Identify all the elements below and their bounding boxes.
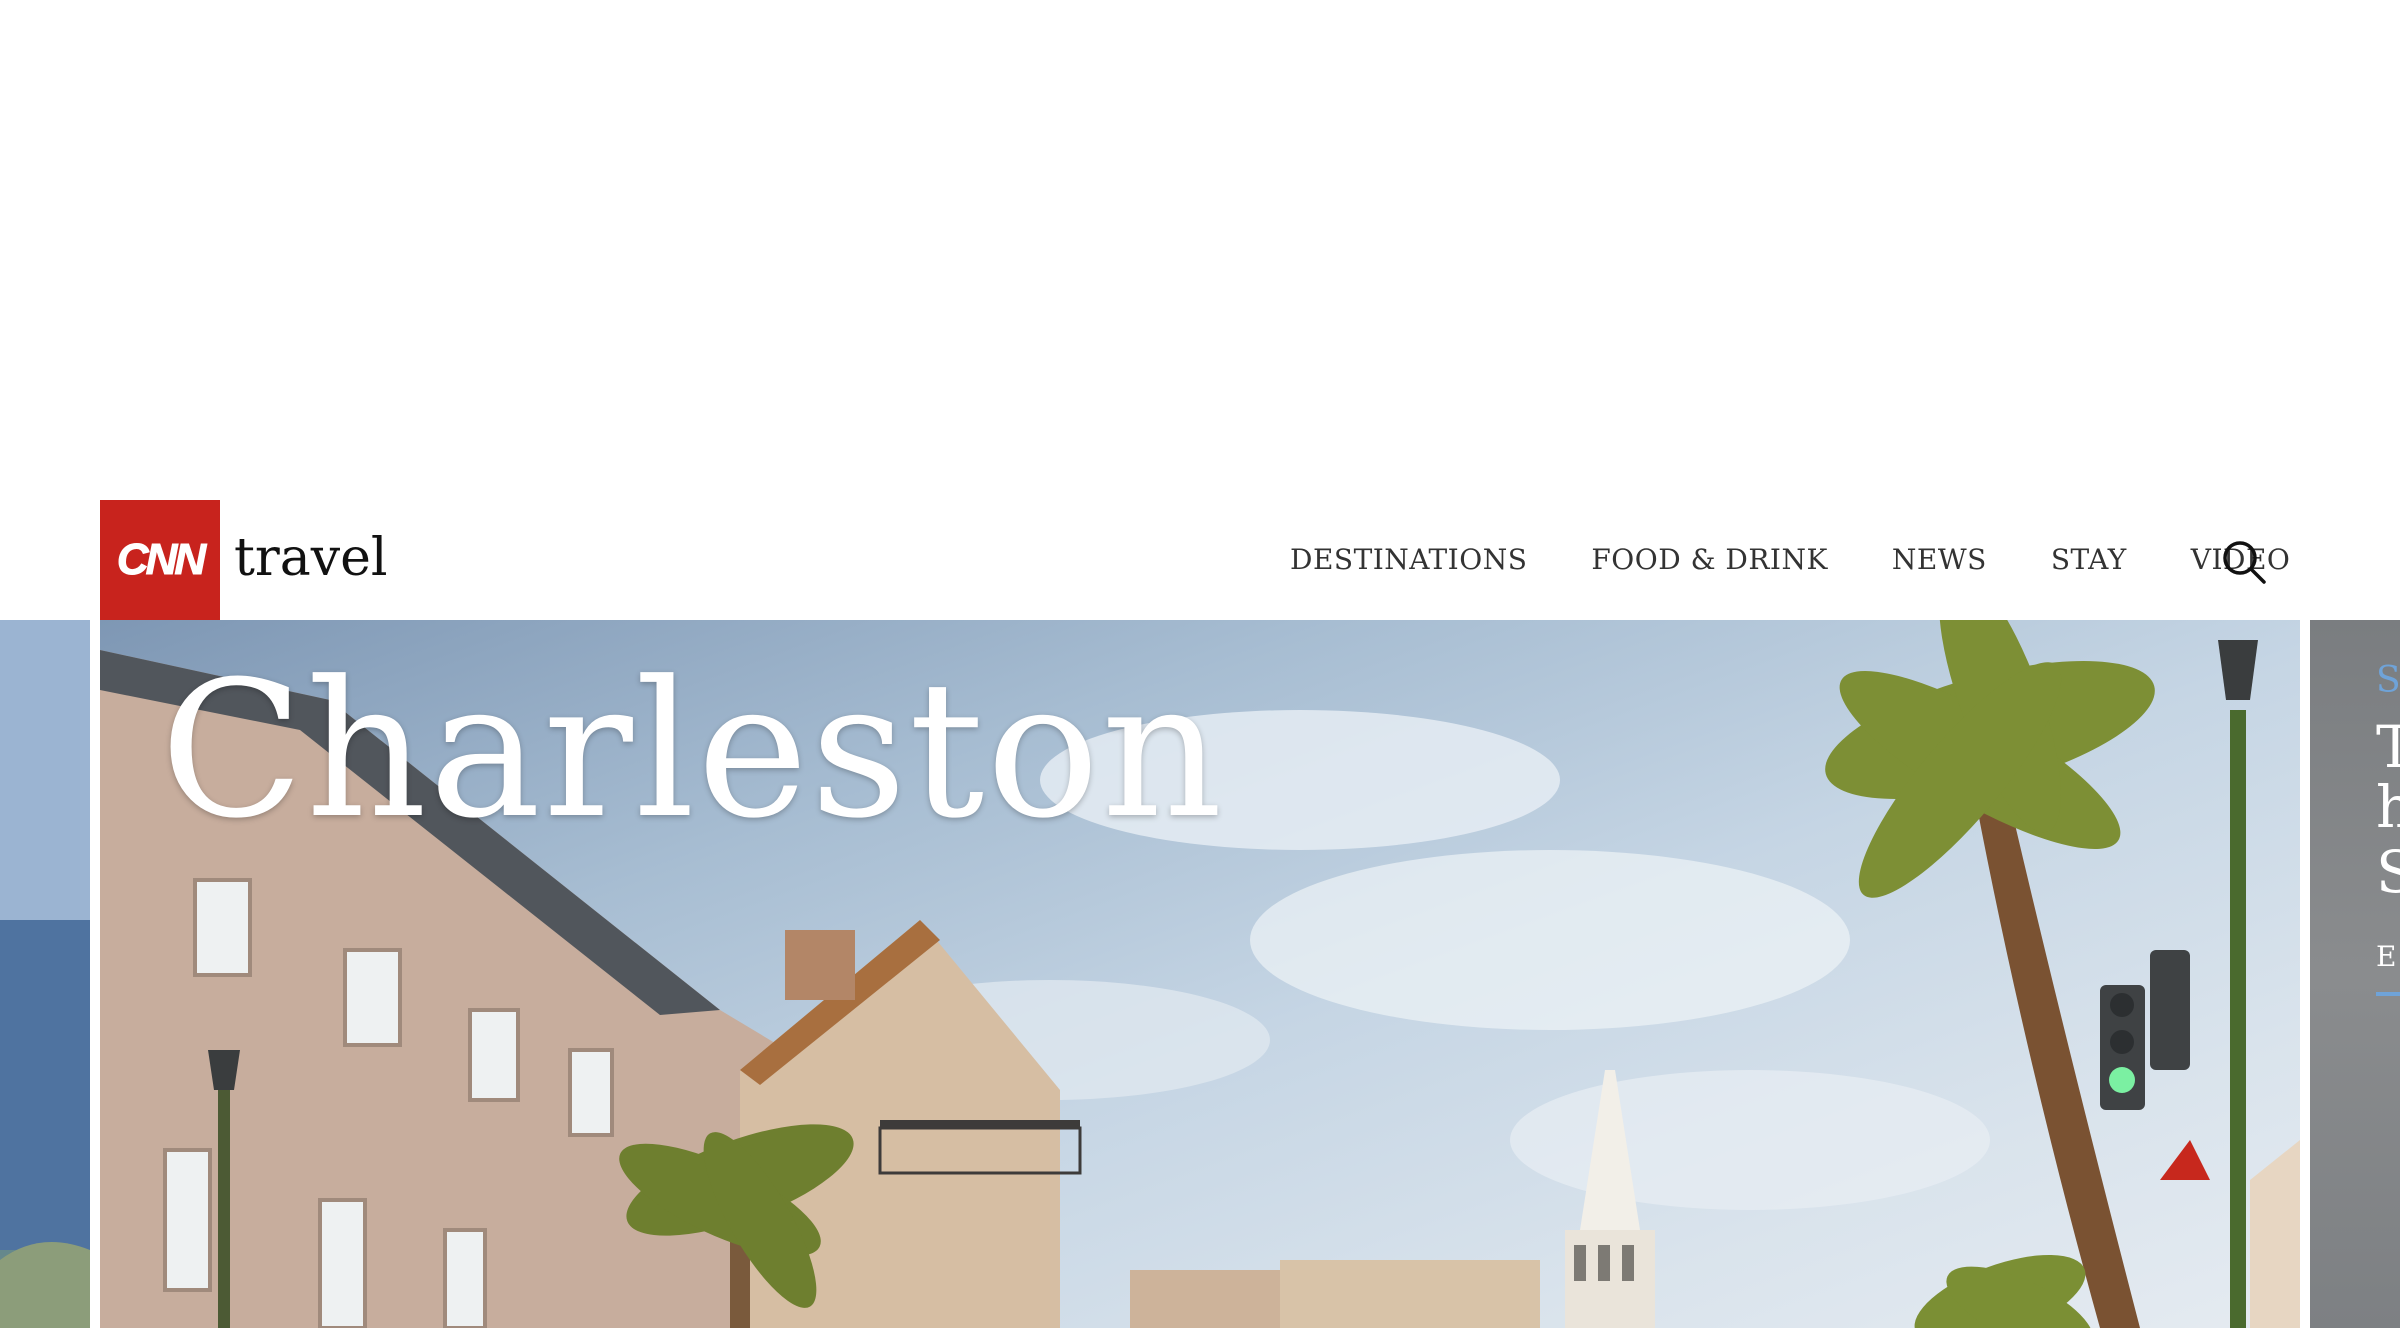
nav-stay[interactable]: STAY xyxy=(2051,540,2127,580)
next-slide-title-line-3: S xyxy=(2376,838,2400,906)
section-name[interactable]: travel xyxy=(234,528,388,588)
charleston-slide[interactable]: Charleston xyxy=(100,620,2300,1328)
site-header: CNN travel DESTINATIONS FOOD & DRINK NEW… xyxy=(0,500,2400,620)
previous-slide[interactable] xyxy=(0,620,90,1328)
next-slide-explore-link[interactable]: E xyxy=(2376,940,2396,973)
nav-food-drink[interactable]: FOOD & DRINK xyxy=(1591,540,1828,580)
next-slide-title-line-1: T xyxy=(2376,713,2400,781)
hero-carousel: Charleston xyxy=(0,620,2400,1328)
hero-title: Charleston xyxy=(160,641,1225,860)
ad-space xyxy=(0,0,2400,500)
search-icon[interactable] xyxy=(2220,538,2268,586)
coastal-scene-image xyxy=(0,620,90,1328)
main-nav: DESTINATIONS FOOD & DRINK NEWS STAY VIDE… xyxy=(1290,540,2354,580)
nav-news[interactable]: NEWS xyxy=(1892,540,1987,580)
logo-text: CNN xyxy=(116,535,206,585)
next-slide-title-line-2: h xyxy=(2376,773,2400,841)
cnn-logo[interactable]: CNN xyxy=(100,500,220,620)
next-slide-underline xyxy=(2376,992,2400,996)
next-slide-kicker: S xyxy=(2376,660,2400,701)
nav-destinations[interactable]: DESTINATIONS xyxy=(1290,540,1527,580)
